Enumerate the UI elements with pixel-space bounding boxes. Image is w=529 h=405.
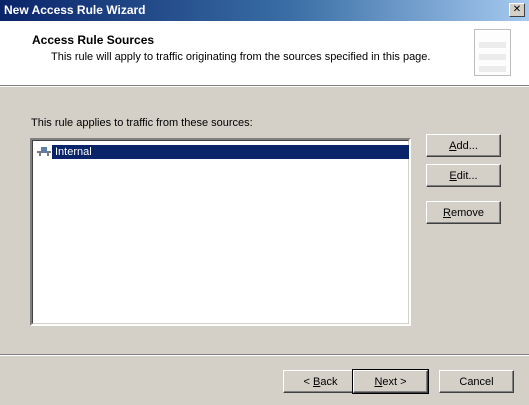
add-mnemonic: A [449,139,457,152]
remove-button[interactable]: Remove [426,201,501,224]
add-label-rest: dd... [456,139,478,152]
footer-divider [0,354,529,356]
add-button[interactable]: Add... [426,134,501,157]
back-mnemonic: B [313,375,321,388]
cancel-button[interactable]: Cancel [439,370,514,393]
wizard-window: New Access Rule Wizard ✕ Access Rule Sou… [0,0,529,405]
remove-label-rest: emove [450,206,484,219]
list-item[interactable]: Internal [36,145,409,159]
next-button[interactable]: Next > [352,369,429,394]
header-divider [0,85,529,87]
sources-listbox[interactable]: Internal [30,138,411,326]
remove-mnemonic: R [443,206,451,219]
window-title: New Access Rule Wizard [4,3,146,17]
page-description: This rule will apply to traffic originat… [51,51,431,63]
close-icon: ✕ [512,4,522,15]
next-label-rest: ext > [382,375,407,388]
back-prefix: < [303,375,313,388]
close-button[interactable]: ✕ [509,3,525,17]
list-item-label: Internal [55,146,92,158]
edit-label-rest: dit... [456,169,478,182]
network-icon [36,145,52,159]
wizard-header: Access Rule Sources This rule will apply… [0,21,529,85]
page-title: Access Rule Sources [32,33,155,47]
back-button[interactable]: < Back [283,370,358,393]
next-mnemonic: N [374,375,383,388]
edit-button[interactable]: Edit... [426,164,501,187]
edit-mnemonic: E [449,169,457,182]
wizard-banner-icon [474,29,511,76]
title-bar[interactable]: New Access Rule Wizard ✕ [0,0,529,21]
sources-prompt: This rule applies to traffic from these … [31,117,253,129]
back-label-rest: ack [320,375,338,388]
